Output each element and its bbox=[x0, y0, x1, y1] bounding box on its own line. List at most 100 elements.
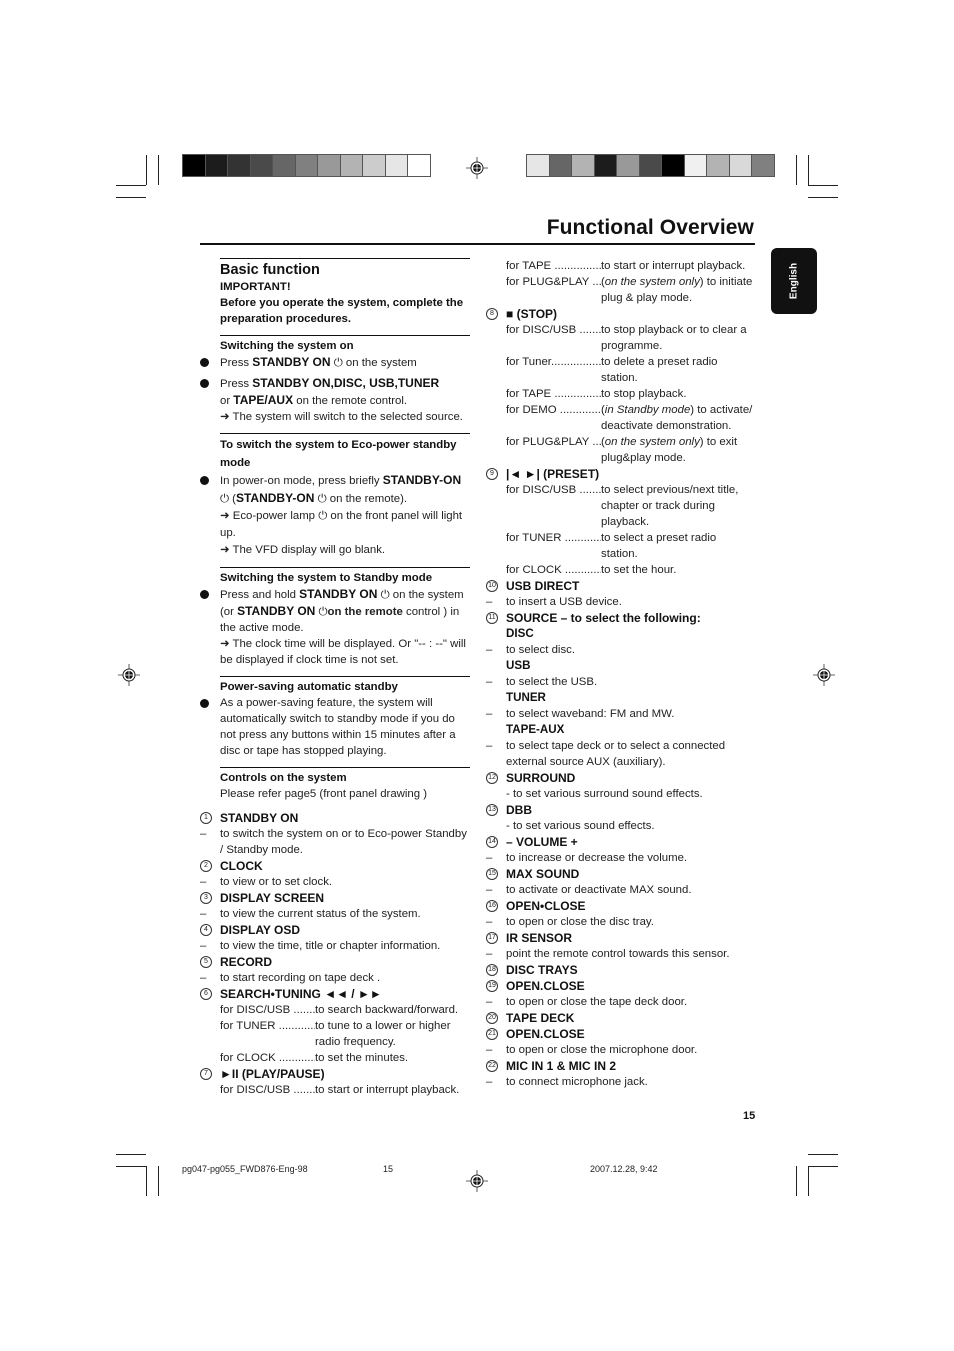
crop-mark bbox=[808, 1166, 838, 1167]
control-description: to view the current status of the system… bbox=[200, 906, 470, 922]
color-swatch bbox=[617, 155, 639, 176]
color-calibration-bar-right bbox=[526, 154, 775, 177]
button-name: STANDBY ON bbox=[299, 587, 378, 601]
spec-key: for PLUG&PLAY ... bbox=[506, 436, 601, 448]
spec-value: (on the system only) to exit plug&play m… bbox=[601, 436, 738, 464]
spec-key: for TUNER .............. bbox=[506, 532, 601, 544]
control-label: MAX SOUND bbox=[506, 867, 580, 881]
text: on the system bbox=[342, 357, 417, 369]
left-column: Basic function IMPORTANT! Before you ope… bbox=[200, 258, 470, 1098]
spec-row: for DISC/USB ......... to start or interr… bbox=[200, 1082, 470, 1098]
crop-mark bbox=[796, 155, 797, 185]
spec-row: for DISC/USB ......... to stop playback o… bbox=[486, 322, 756, 354]
spec-key: for DEMO ............... bbox=[506, 404, 601, 416]
spec-value: to start or interrupt playback. bbox=[601, 258, 756, 274]
crop-mark bbox=[808, 1154, 838, 1155]
text: Press bbox=[220, 378, 253, 390]
control-label: |◄ ►| (PRESET) bbox=[506, 467, 600, 481]
button-name: STANDBY ON bbox=[252, 355, 331, 369]
control-item-heading: 4 DISPLAY OSD bbox=[200, 922, 470, 938]
footer-sheet-number: 15 bbox=[383, 1164, 394, 1174]
crop-mark bbox=[116, 1154, 146, 1155]
spec-row: for DEMO ............... (in Standby mode… bbox=[486, 402, 756, 434]
control-label: OPEN•CLOSE bbox=[506, 899, 586, 913]
control-label: OPEN.CLOSE bbox=[506, 979, 585, 993]
section-heading-standby-mode: Switching the system to Standby mode bbox=[220, 572, 433, 584]
control-label: DISPLAY OSD bbox=[220, 923, 301, 937]
control-label: DBB bbox=[506, 803, 532, 817]
button-name: STANDBY-ON bbox=[382, 473, 462, 487]
control-description: to connect microphone jack. bbox=[486, 1074, 756, 1090]
registration-target-icon bbox=[466, 1170, 488, 1192]
text: Press and hold bbox=[220, 589, 300, 601]
source-label: TUNER bbox=[506, 691, 546, 704]
crop-mark bbox=[158, 155, 159, 185]
text: on the remote bbox=[327, 606, 403, 618]
control-description: - to set various surround sound effects. bbox=[506, 788, 703, 800]
controls-list: 1 STANDBY ONto switch the system on or to… bbox=[200, 810, 470, 1098]
spec-row: for PLUG&PLAY ... (on the system only) to… bbox=[486, 434, 756, 466]
control-item-heading: 12 SURROUND bbox=[486, 770, 756, 786]
controls-note: Please refer page5 (front panel drawing … bbox=[220, 788, 428, 800]
spec-key: for DISC/USB ......... bbox=[220, 1004, 315, 1016]
item-number-badge: 17 bbox=[486, 932, 498, 944]
language-tab-label: English bbox=[788, 262, 800, 300]
power-icon: ⏻ bbox=[318, 510, 328, 522]
power-icon: ⏻ bbox=[220, 493, 230, 505]
item-number-badge: 9 bbox=[486, 468, 498, 480]
color-swatch bbox=[385, 155, 407, 176]
control-item-heading: 2 CLOCK bbox=[200, 858, 470, 874]
control-item-heading: 15 MAX SOUND bbox=[486, 866, 756, 882]
control-item-heading: 16 OPEN•CLOSE bbox=[486, 898, 756, 914]
crop-mark bbox=[808, 1166, 809, 1196]
control-item-heading: 8 ■ (STOP) bbox=[486, 306, 756, 322]
page-title: Functional Overview bbox=[546, 216, 754, 239]
spec-value-text: to set the minutes. bbox=[315, 1052, 409, 1064]
control-item-heading: 6 SEARCH•TUNING ◄◄ / ►► bbox=[200, 986, 470, 1002]
source-list: DISC to select disc.USB to select the USB.… bbox=[486, 626, 756, 770]
crop-mark bbox=[146, 1166, 147, 1196]
control-description: point the remote control towards this se… bbox=[486, 946, 756, 962]
spec-value: to set the minutes. bbox=[315, 1050, 470, 1066]
item-number-badge: 21 bbox=[486, 1028, 498, 1040]
item-number-badge: 6 bbox=[200, 988, 212, 1000]
bullet-item: Press and hold STANDBY ON ⏻ on the syste… bbox=[200, 586, 470, 668]
spec-value-text: to search backward/forward. bbox=[315, 1004, 459, 1016]
registration-target-icon bbox=[118, 664, 140, 686]
item-number-badge: 13 bbox=[486, 804, 498, 816]
spec-key: for Tuner................. bbox=[506, 356, 601, 368]
arrow-icon: ➜ bbox=[220, 510, 230, 522]
control-item-heading: 20 TAPE DECK bbox=[486, 1010, 756, 1026]
spec-key: for DISC/USB ......... bbox=[506, 484, 601, 496]
item-number-badge: 4 bbox=[200, 924, 212, 936]
spec-key: for CLOCK ............. bbox=[506, 564, 601, 576]
spec-value: to tune to a lower or higher radio frequ… bbox=[315, 1018, 470, 1050]
source-description: to select disc. bbox=[486, 642, 756, 658]
crop-mark bbox=[158, 1166, 159, 1196]
color-swatch bbox=[250, 155, 272, 176]
control-label: USB DIRECT bbox=[506, 579, 580, 593]
text: Press bbox=[220, 357, 253, 369]
color-swatch bbox=[295, 155, 317, 176]
crop-mark bbox=[796, 1166, 797, 1196]
spec-value-italic: in Standby mode bbox=[604, 404, 691, 416]
section-heading-eco-power: To switch the system to Eco-power standb… bbox=[220, 439, 457, 469]
color-swatch bbox=[183, 155, 205, 176]
result-text: The clock time will be displayed. Or "--… bbox=[220, 638, 466, 666]
result-text: The system will switch to the selected s… bbox=[232, 411, 463, 423]
spec-key: for TUNER .............. bbox=[220, 1020, 315, 1032]
right-column: for TAPE ....................to start or… bbox=[486, 258, 756, 1090]
control-item-heading: 22 MIC IN 1 & MIC IN 2 bbox=[486, 1058, 756, 1074]
control-item-heading: 11 SOURCE – to select the following: bbox=[486, 610, 756, 626]
section-heading-basic-function: Basic function bbox=[220, 262, 320, 278]
power-icon: ⏻ bbox=[317, 493, 327, 505]
control-item-heading: 5 RECORD bbox=[200, 954, 470, 970]
result-text: Eco-power lamp bbox=[232, 510, 316, 522]
important-label: IMPORTANT! bbox=[220, 281, 291, 293]
section-rule bbox=[220, 335, 470, 336]
control-item-heading: 10 USB DIRECT bbox=[486, 578, 756, 594]
footer-datetime: 2007.12.28, 9:42 bbox=[590, 1164, 658, 1174]
source-description: to select tape deck or to select a conne… bbox=[486, 738, 756, 770]
source-label: DISC bbox=[506, 627, 534, 640]
section-heading-switch-on: Switching the system on bbox=[220, 340, 354, 352]
